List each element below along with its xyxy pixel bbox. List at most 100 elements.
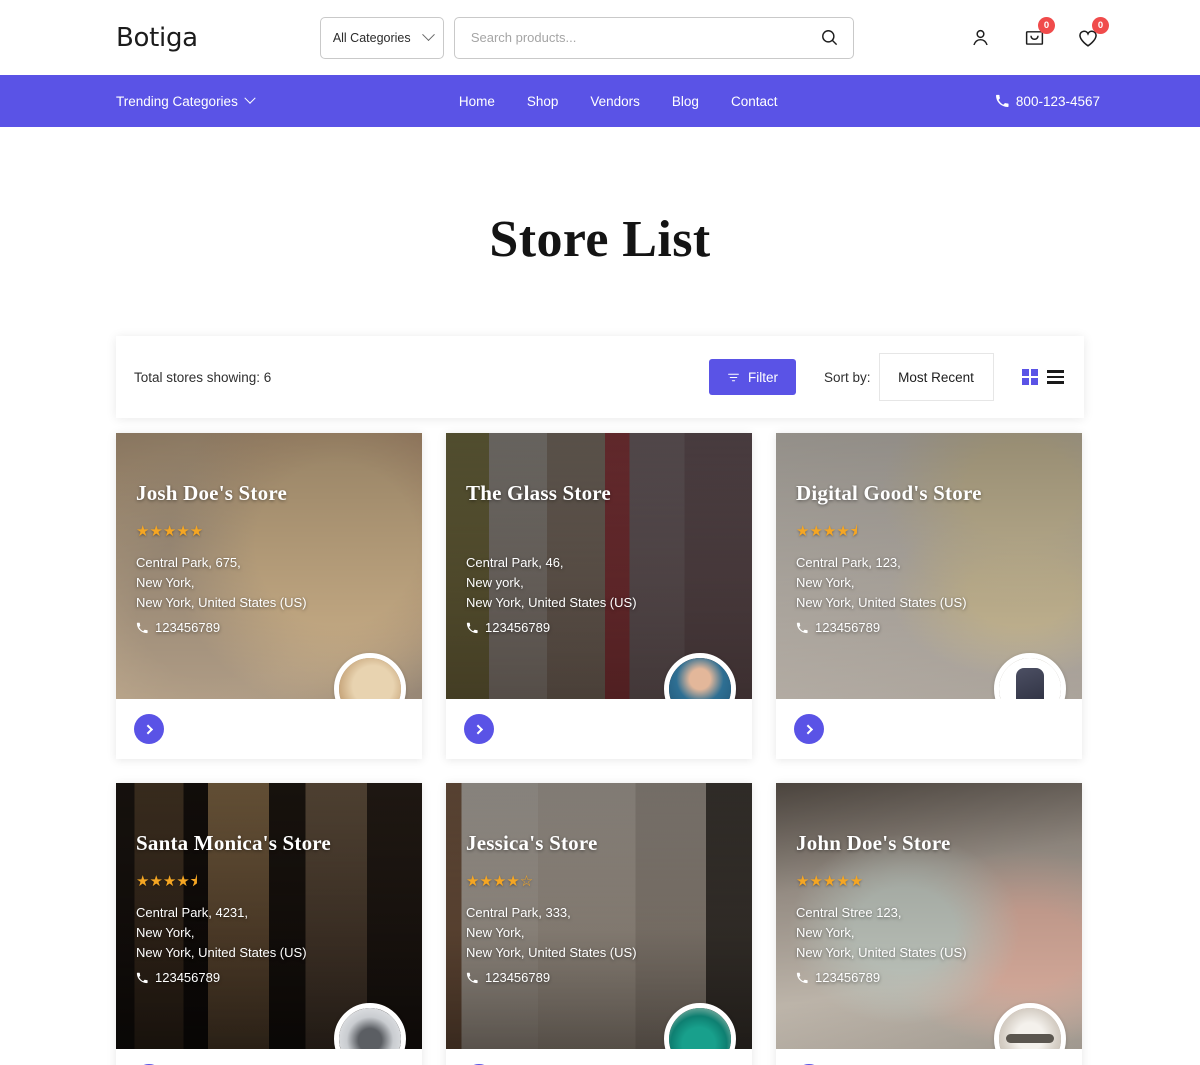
store-phone-number: 123456789 xyxy=(485,620,551,635)
store-card-grid: Josh Doe's Store ★★★★★ Central Park, 675… xyxy=(116,433,1084,1065)
store-avatar[interactable] xyxy=(994,1003,1066,1049)
wishlist-heart-icon[interactable]: 0 xyxy=(1076,16,1109,50)
store-visit-arrow-button[interactable] xyxy=(794,714,824,744)
store-phone: 123456789 xyxy=(466,620,732,635)
address-line-2: New york, xyxy=(466,575,524,590)
address-line-1: Central Stree 123, xyxy=(796,905,902,920)
store-card-media: Josh Doe's Store ★★★★★ Central Park, 675… xyxy=(116,433,422,699)
wishlist-badge: 0 xyxy=(1092,16,1109,34)
chevron-down-icon xyxy=(244,92,256,104)
account-icon[interactable] xyxy=(968,26,992,50)
store-phone: 123456789 xyxy=(796,970,1062,985)
phone-icon xyxy=(136,622,148,634)
store-visit-arrow-button[interactable] xyxy=(134,714,164,744)
store-card-info: John Doe's Store ★★★★★ Central Stree 123… xyxy=(776,783,1082,985)
search-icon[interactable] xyxy=(820,28,839,47)
trending-categories-dropdown[interactable]: Trending Categories xyxy=(116,92,256,109)
store-phone: 123456789 xyxy=(796,620,1062,635)
nav-link-shop[interactable]: Shop xyxy=(527,94,559,109)
address-line-2: New York, xyxy=(796,925,855,940)
sort-by-label: Sort by: xyxy=(823,369,871,385)
store-phone: 123456789 xyxy=(136,620,402,635)
store-phone-number: 123456789 xyxy=(815,970,881,985)
address-line-3: New York, United States (US) xyxy=(796,595,967,610)
store-phone: 123456789 xyxy=(136,970,402,985)
nav-link-home[interactable]: Home xyxy=(459,94,495,109)
list-view-icon[interactable] xyxy=(1047,370,1064,384)
store-phone-number: 123456789 xyxy=(485,970,551,985)
address-line-3: New York, United States (US) xyxy=(796,945,967,960)
category-select[interactable]: All Categories xyxy=(319,16,444,59)
store-card[interactable]: Josh Doe's Store ★★★★★ Central Park, 675… xyxy=(116,433,422,759)
address-line-3: New York, United States (US) xyxy=(136,945,307,960)
phone-icon xyxy=(995,94,1009,108)
store-name: Digital Good's Store xyxy=(796,481,982,505)
store-card-info: Digital Good's Store ★★★★⯨ Central Park,… xyxy=(776,433,1082,635)
address-line-2: New York, xyxy=(796,575,855,590)
chevron-right-icon xyxy=(142,724,153,734)
phone-icon xyxy=(136,972,148,984)
store-phone-number: 123456789 xyxy=(815,620,881,635)
address-line-3: New York, United States (US) xyxy=(466,945,637,960)
search-box[interactable] xyxy=(453,16,854,59)
chevron-right-icon xyxy=(472,724,483,734)
store-avatar[interactable] xyxy=(994,653,1066,699)
address-line-1: Central Park, 123, xyxy=(796,555,901,570)
store-card[interactable]: Jessica's Store ★★★★☆ Central Park, 333,… xyxy=(446,783,752,1065)
store-rating-stars: ★★★★⯨ xyxy=(136,873,198,890)
store-card-footer xyxy=(116,699,422,759)
phone-number: 800-123-4567 xyxy=(1015,93,1100,109)
view-toggle xyxy=(1021,368,1064,386)
search-input[interactable] xyxy=(470,30,820,45)
header-icon-group: 0 0 xyxy=(968,16,1109,50)
store-name: Josh Doe's Store xyxy=(136,481,287,505)
store-card-footer xyxy=(776,699,1082,759)
store-visit-arrow-button[interactable] xyxy=(464,714,494,744)
site-header: Botiga All Categories 0 xyxy=(0,0,1200,75)
store-card[interactable]: The Glass Store Central Park, 46, New yo… xyxy=(446,433,752,759)
store-rating-stars: ★★★★☆ xyxy=(466,873,534,890)
header-phone[interactable]: 800-123-4567 xyxy=(995,94,1100,109)
store-name: Jessica's Store xyxy=(466,831,598,855)
address-line-2: New York, xyxy=(136,925,195,940)
nav-link-vendors[interactable]: Vendors xyxy=(590,94,640,109)
store-list-toolbar: Total stores showing: 6 Filter Sort by: … xyxy=(116,336,1084,418)
store-card[interactable]: John Doe's Store ★★★★★ Central Stree 123… xyxy=(776,783,1082,1065)
store-name: Santa Monica's Store xyxy=(136,831,331,855)
brand-logo[interactable]: Botiga xyxy=(116,23,198,53)
address-line-1: Central Park, 675, xyxy=(136,555,241,570)
store-address: Central Park, 333, New York, New York, U… xyxy=(466,903,732,963)
store-address: Central Park, 4231, New York, New York, … xyxy=(136,903,402,963)
store-card-footer xyxy=(776,1049,1082,1065)
cart-icon[interactable]: 0 xyxy=(1022,16,1055,50)
store-card-info: Jessica's Store ★★★★☆ Central Park, 333,… xyxy=(446,783,752,985)
store-rating-stars: ★★★★★ xyxy=(136,523,204,540)
store-card-footer xyxy=(446,699,752,759)
nav-link-contact[interactable]: Contact xyxy=(731,94,778,109)
phone-icon xyxy=(466,622,478,634)
address-line-3: New York, United States (US) xyxy=(136,595,307,610)
address-line-2: New York, xyxy=(466,925,525,940)
store-card-media: The Glass Store Central Park, 46, New yo… xyxy=(446,433,752,699)
sort-select[interactable]: Most Recent xyxy=(878,353,994,401)
store-card-info: The Glass Store Central Park, 46, New yo… xyxy=(446,433,752,635)
store-rating-stars: ★★★★★ xyxy=(796,873,864,890)
address-line-1: Central Park, 4231, xyxy=(136,905,249,920)
filter-icon xyxy=(727,371,740,384)
store-card-media: Santa Monica's Store ★★★★⯨ Central Park,… xyxy=(116,783,422,1049)
phone-icon xyxy=(796,622,808,634)
store-name: John Doe's Store xyxy=(796,831,951,855)
toolbar-controls: Filter Sort by: Most Recent xyxy=(708,353,1064,401)
store-address: Central Park, 46, New york, New York, Un… xyxy=(466,553,732,613)
address-line-3: New York, United States (US) xyxy=(466,595,637,610)
store-card-info: Josh Doe's Store ★★★★★ Central Park, 675… xyxy=(116,433,422,635)
total-stores-count: Total stores showing: 6 xyxy=(134,369,272,385)
grid-view-icon[interactable] xyxy=(1021,368,1038,386)
filter-button[interactable]: Filter xyxy=(708,359,796,395)
nav-link-blog[interactable]: Blog xyxy=(672,94,699,109)
store-phone: 123456789 xyxy=(466,970,732,985)
store-card[interactable]: Santa Monica's Store ★★★★⯨ Central Park,… xyxy=(116,783,422,1065)
store-card[interactable]: Digital Good's Store ★★★★⯨ Central Park,… xyxy=(776,433,1082,759)
phone-icon xyxy=(466,972,478,984)
category-select-value: All Categories xyxy=(332,30,411,45)
